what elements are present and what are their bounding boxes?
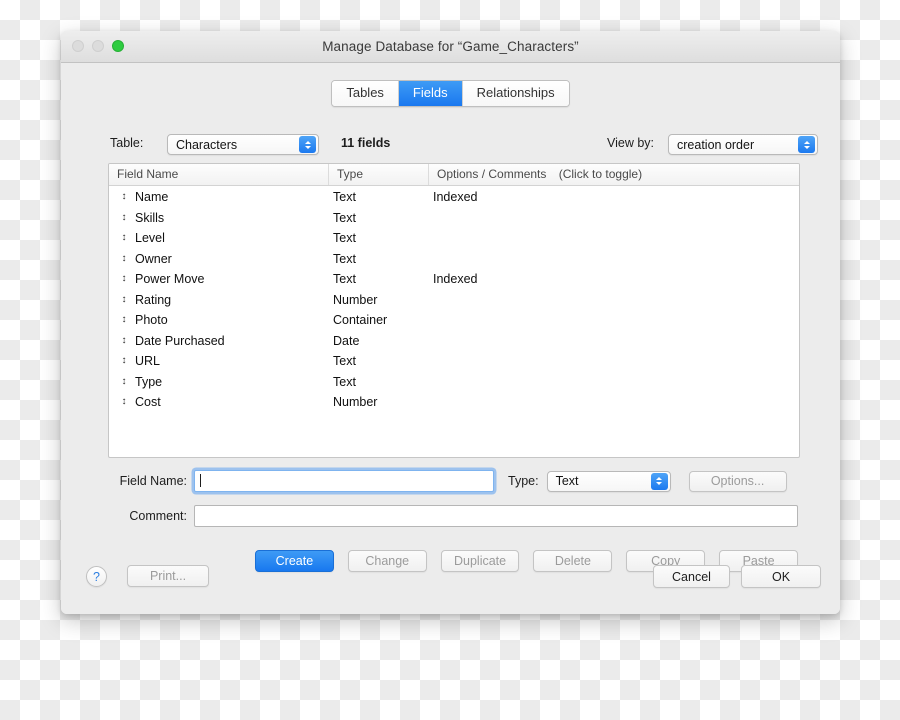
field-type-cell: Text	[333, 231, 356, 246]
tab-fields[interactable]: Fields	[398, 81, 463, 106]
options-button[interactable]: Options...	[688, 470, 787, 492]
field-name-cell: Name	[135, 190, 169, 205]
comment-label: Comment:	[129, 509, 187, 523]
field-name-cell: Level	[135, 231, 165, 246]
field-name-cell: Date Purchased	[135, 333, 225, 348]
field-type-select[interactable]: Text	[546, 470, 671, 492]
field-list-panel[interactable]: Field Name Type Options / Comments (Clic…	[108, 163, 800, 458]
field-name-cell: Power Move	[135, 272, 205, 287]
column-header-options-text: Options / Comments	[437, 167, 547, 181]
field-name-input[interactable]	[194, 470, 494, 492]
field-name-cell: Type	[135, 374, 163, 389]
window-titlebar: Manage Database for “Game_Characters”	[61, 31, 840, 63]
view-by-select[interactable]: creation order	[668, 134, 818, 155]
field-type-cell: Text	[333, 354, 356, 369]
column-header-field-name[interactable]: Field Name	[109, 164, 329, 185]
table-label: Table:	[110, 136, 144, 150]
print-button[interactable]: Print...	[127, 565, 209, 587]
column-header-options-hint: (Click to toggle)	[558, 167, 643, 181]
segmented-control: Tables Fields Relationships	[331, 80, 570, 107]
table-select[interactable]: Characters	[167, 134, 319, 155]
field-type-cell: Text	[333, 190, 356, 205]
table-select-value: Characters	[176, 137, 238, 152]
field-type-cell: Date	[333, 333, 360, 348]
ok-button[interactable]: OK	[741, 565, 821, 588]
drag-handle-icon[interactable]: ↕	[109, 335, 135, 346]
tab-bar: Tables Fields Relationships	[61, 80, 840, 107]
field-type-cell: Text	[333, 374, 356, 389]
drag-handle-icon[interactable]: ↕	[109, 315, 135, 325]
field-name-cell: Owner	[135, 251, 172, 266]
dialog-footer: ? Print... Cancel OK	[61, 553, 840, 614]
chevron-up-down-icon	[299, 136, 316, 153]
window-body: Tables Fields Relationships Table: Chara…	[61, 63, 840, 614]
field-type-cell: Text	[333, 210, 356, 225]
column-header-type[interactable]: Type	[329, 164, 429, 185]
cancel-button[interactable]: Cancel	[653, 565, 730, 588]
manage-database-window: Manage Database for “Game_Characters” Ta…	[61, 31, 840, 614]
field-name-cell: Cost	[135, 395, 161, 410]
drag-handle-icon[interactable]: ↕	[109, 376, 135, 387]
table-row[interactable]: ↕ Date Purchased Date	[109, 331, 799, 352]
table-row[interactable]: ↕ Photo Container	[109, 310, 799, 331]
comment-input[interactable]	[194, 505, 798, 527]
field-type-cell: Text	[333, 272, 356, 287]
field-list-rows: ↕ Name Text Indexed ↕ Skills Text ↕ Level Text ↕ Ow…	[109, 186, 799, 413]
toolbar-row: Table: Characters 11 fields View by: cre…	[110, 134, 818, 156]
comment-row: Comment:	[108, 504, 798, 528]
drag-handle-icon[interactable]: ↕	[109, 356, 135, 366]
help-icon[interactable]: ?	[86, 566, 107, 587]
field-options-cell[interactable]: Indexed	[433, 190, 799, 204]
field-count-label: 11 fields	[341, 136, 391, 150]
table-row[interactable]: ↕ Name Text Indexed	[109, 187, 799, 208]
column-header-options[interactable]: Options / Comments (Click to toggle)	[429, 164, 799, 185]
table-row[interactable]: ↕ URL Text	[109, 351, 799, 372]
field-name-cell: Skills	[135, 210, 165, 225]
table-row[interactable]: ↕ Rating Number	[109, 290, 799, 311]
view-by-select-value: creation order	[677, 137, 755, 152]
field-type-cell: Text	[333, 251, 356, 266]
table-row[interactable]: ↕ Cost Number	[109, 392, 799, 413]
field-name-cell: URL	[135, 354, 161, 369]
field-options-cell[interactable]: Indexed	[433, 272, 799, 286]
table-row[interactable]: ↕ Level Text	[109, 228, 799, 249]
drag-handle-icon[interactable]: ↕	[109, 192, 135, 202]
field-type-cell: Number	[333, 395, 378, 410]
table-row[interactable]: ↕ Owner Text	[109, 249, 799, 270]
drag-handle-icon[interactable]: ↕	[109, 253, 135, 264]
field-type-cell: Container	[333, 313, 388, 328]
chevron-up-down-icon	[798, 136, 815, 153]
drag-handle-icon[interactable]: ↕	[109, 274, 135, 284]
field-editor-form: Field Name: Type: Text Options... Commen…	[108, 469, 798, 539]
drag-handle-icon[interactable]: ↕	[109, 212, 135, 223]
field-list-header: Field Name Type Options / Comments (Clic…	[109, 164, 799, 186]
tab-tables[interactable]: Tables	[332, 81, 399, 106]
drag-handle-icon[interactable]: ↕	[109, 397, 135, 407]
tab-relationships[interactable]: Relationships	[462, 81, 569, 106]
table-row[interactable]: ↕ Skills Text	[109, 208, 799, 229]
view-by-label: View by:	[606, 136, 654, 150]
window-title: Manage Database for “Game_Characters”	[322, 39, 579, 54]
field-name-label: Field Name:	[119, 474, 187, 488]
chevron-up-down-icon	[650, 472, 668, 490]
field-type-select-value: Text	[555, 474, 579, 488]
text-caret	[200, 474, 201, 487]
field-name-cell: Photo	[135, 313, 168, 328]
field-type-cell: Number	[333, 292, 378, 307]
drag-handle-icon[interactable]: ↕	[109, 294, 135, 305]
drag-handle-icon[interactable]: ↕	[109, 233, 135, 243]
table-row[interactable]: ↕ Power Move Text Indexed	[109, 269, 799, 290]
field-name-cell: Rating	[135, 292, 172, 307]
table-row[interactable]: ↕ Type Text	[109, 372, 799, 393]
field-name-row: Field Name: Type: Text Options...	[108, 469, 798, 493]
type-label: Type:	[508, 474, 539, 488]
